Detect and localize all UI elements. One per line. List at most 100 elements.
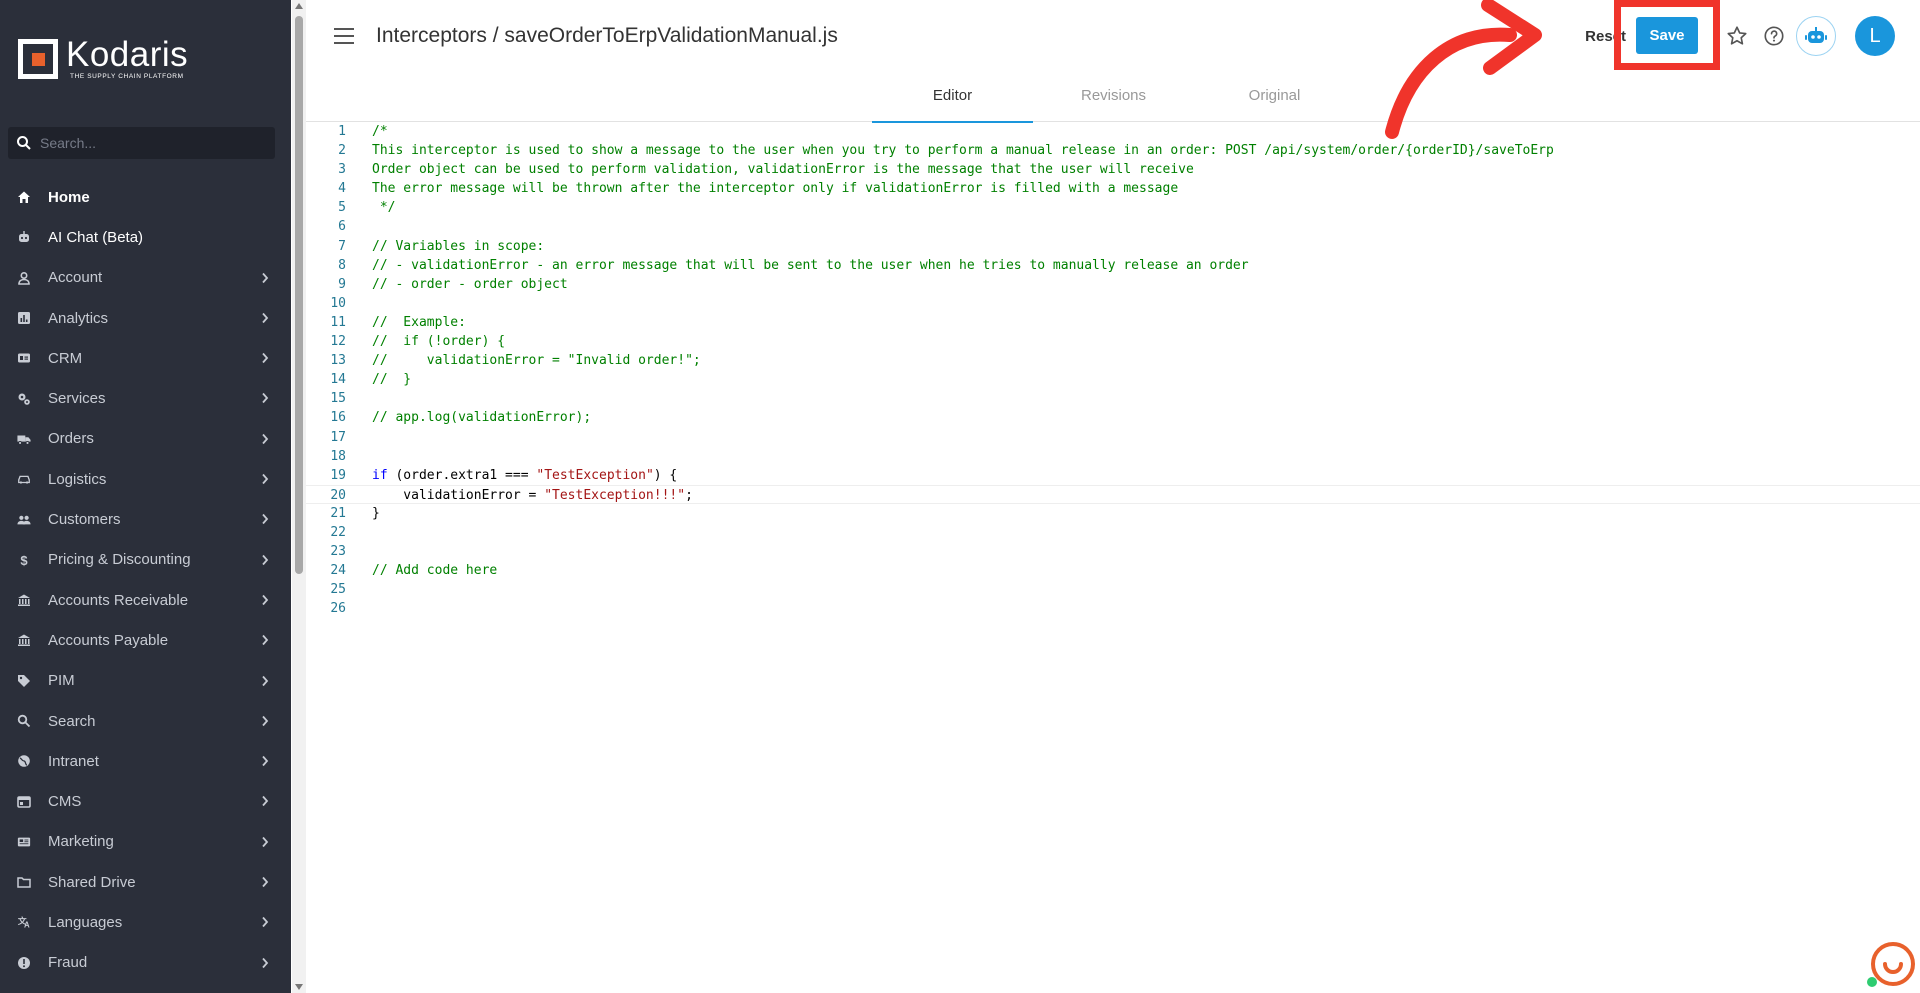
- sidebar-item-label: Shared Drive: [48, 873, 136, 891]
- sidebar-item-accounts-payable[interactable]: Accounts Payable: [0, 620, 291, 660]
- tab-revisions[interactable]: Revisions: [1033, 78, 1194, 122]
- code-line[interactable]: 1 /*: [306, 122, 1920, 141]
- code-line[interactable]: 5 */: [306, 198, 1920, 217]
- chat-widget-icon[interactable]: [1866, 940, 1916, 990]
- code-token: // if (!order) {: [372, 334, 506, 350]
- bank-icon: [17, 593, 31, 607]
- sidebar-search: [8, 127, 275, 159]
- code-line[interactable]: 25: [306, 580, 1920, 599]
- line-number: 7: [338, 238, 346, 254]
- code-line[interactable]: 10: [306, 294, 1920, 313]
- sidebar-item-label: Intranet: [48, 752, 99, 770]
- sidebar-item-fraud[interactable]: Fraud: [0, 943, 291, 983]
- sidebar-item-orders[interactable]: Orders: [0, 419, 291, 459]
- sidebar-item-label: Accounts Payable: [48, 631, 169, 649]
- code-line[interactable]: 9 // - order - order object: [306, 275, 1920, 294]
- svg-text:$: $: [20, 553, 28, 567]
- code-line[interactable]: 16 // app.log(validationError);: [306, 408, 1920, 427]
- sidebar-item-logistics[interactable]: Logistics: [0, 459, 291, 499]
- code-line[interactable]: 7 // Variables in scope:: [306, 237, 1920, 256]
- code-line[interactable]: 23: [306, 542, 1920, 561]
- kodaris-logo[interactable]: Kodaris THE SUPPLY CHAIN PLATFORM: [18, 36, 188, 82]
- robot-icon: [17, 230, 31, 244]
- scroll-down-arrow-icon[interactable]: [295, 984, 303, 990]
- sidebar-item-crm[interactable]: CRM: [0, 338, 291, 378]
- code-token: This interceptor is used to show a messa…: [372, 143, 1554, 159]
- sidebar-item-pricing-discounting[interactable]: $ Pricing & Discounting: [0, 540, 291, 580]
- scroll-up-arrow-icon[interactable]: [295, 3, 303, 9]
- code-line[interactable]: 8 // - validationError - an error message…: [306, 256, 1920, 275]
- sidebar-item-home[interactable]: Home: [0, 177, 291, 217]
- line-number: 1: [338, 124, 346, 139]
- sidebar-item-cms[interactable]: CMS: [0, 781, 291, 821]
- save-button[interactable]: Save: [1636, 17, 1698, 54]
- kodaris-logo-mark: [18, 39, 58, 79]
- code-line[interactable]: 17: [306, 428, 1920, 447]
- code-line[interactable]: 22: [306, 523, 1920, 542]
- sidebar-item-accounts-receivable[interactable]: Accounts Receivable: [0, 580, 291, 620]
- code-line[interactable]: 20 validationError = "TestException!!!";: [306, 484, 1920, 504]
- tab-editor[interactable]: Editor: [872, 78, 1033, 123]
- globe-icon: [17, 754, 31, 768]
- scrollbar-thumb[interactable]: [295, 16, 303, 574]
- robot-icon: [1805, 27, 1827, 43]
- ai-assistant-button[interactable]: [1796, 16, 1836, 56]
- sidebar-item-ai-chat-beta[interactable]: AI Chat (Beta): [0, 217, 291, 257]
- code-token: // Example:: [372, 314, 466, 330]
- code-line[interactable]: 24 // Add code here: [306, 561, 1920, 580]
- code-line[interactable]: 6: [306, 217, 1920, 236]
- sidebar-scrollbar[interactable]: [292, 0, 306, 993]
- code-line[interactable]: 19 if (order.extra1 === "TestException") …: [306, 466, 1920, 485]
- truck-icon: [17, 432, 31, 446]
- code-lines: 1 /* 2 This interceptor is used to show a m…: [306, 122, 1920, 618]
- code-line[interactable]: 26: [306, 599, 1920, 618]
- help-icon[interactable]: [1763, 25, 1785, 52]
- sidebar-item-languages[interactable]: 文 A Languages: [0, 902, 291, 942]
- hamburger-menu-icon[interactable]: [334, 28, 354, 44]
- line-number: 19: [330, 467, 346, 483]
- sidebar-item-pim[interactable]: PIM: [0, 661, 291, 701]
- sidebar-item-shared-drive[interactable]: Shared Drive: [0, 862, 291, 902]
- code-line[interactable]: 4 The error message will be thrown after …: [306, 179, 1920, 198]
- sidebar-item-intranet[interactable]: Intranet: [0, 741, 291, 781]
- code-text: // validationError = "Invalid order!";: [372, 351, 701, 370]
- code-line[interactable]: 14 // }: [306, 370, 1920, 389]
- star-icon[interactable]: [1726, 25, 1748, 52]
- line-number: 12: [330, 334, 346, 350]
- line-number: 4: [338, 181, 346, 197]
- sidebar-item-label: Logistics: [48, 470, 107, 488]
- sidebar-item-marketing[interactable]: Marketing: [0, 822, 291, 862]
- sidebar-item-services[interactable]: Services: [0, 378, 291, 418]
- code-line[interactable]: 13 // validationError = "Invalid order!";: [306, 351, 1920, 370]
- code-text: Order object can be used to perform vali…: [372, 160, 1194, 179]
- code-line[interactable]: 21}: [306, 504, 1920, 523]
- sidebar-search-input[interactable]: [40, 135, 260, 151]
- tab-original[interactable]: Original: [1194, 78, 1355, 122]
- svg-text:A: A: [24, 921, 30, 930]
- page-header: Interceptors / saveOrderToErpValidationM…: [306, 0, 1920, 123]
- code-line[interactable]: 11 // Example:: [306, 313, 1920, 332]
- sidebar-item-account[interactable]: Account: [0, 258, 291, 298]
- code-line[interactable]: 18: [306, 447, 1920, 466]
- code-editor[interactable]: 1 /* 2 This interceptor is used to show a m…: [306, 122, 1920, 993]
- line-number: 3: [338, 162, 346, 178]
- page-title: Interceptors / saveOrderToErpValidationM…: [376, 24, 838, 47]
- chevron-right-icon: [261, 472, 269, 490]
- code-line[interactable]: 3 Order object can be used to perform val…: [306, 160, 1920, 179]
- code-text: // Variables in scope:: [372, 237, 544, 256]
- user-avatar[interactable]: L: [1855, 16, 1895, 56]
- code-text: }: [372, 504, 380, 523]
- home-icon: [17, 190, 31, 204]
- reset-button[interactable]: Reset: [1566, 16, 1646, 56]
- code-line[interactable]: 12 // if (!order) {: [306, 332, 1920, 351]
- chevron-right-icon: [261, 271, 269, 289]
- sidebar-item-search[interactable]: Search: [0, 701, 291, 741]
- sidebar-item-customers[interactable]: Customers: [0, 499, 291, 539]
- code-line[interactable]: 15: [306, 389, 1920, 408]
- code-line[interactable]: 2 This interceptor is used to show a mess…: [306, 141, 1920, 160]
- sidebar-item-analytics[interactable]: Analytics: [0, 298, 291, 338]
- sidebar-nav: Home AI Chat (Beta) Account Analytics CRM Ser…: [0, 177, 291, 983]
- code-text: // }: [372, 370, 411, 389]
- code-text: /*: [372, 122, 388, 141]
- line-number: 22: [330, 524, 346, 540]
